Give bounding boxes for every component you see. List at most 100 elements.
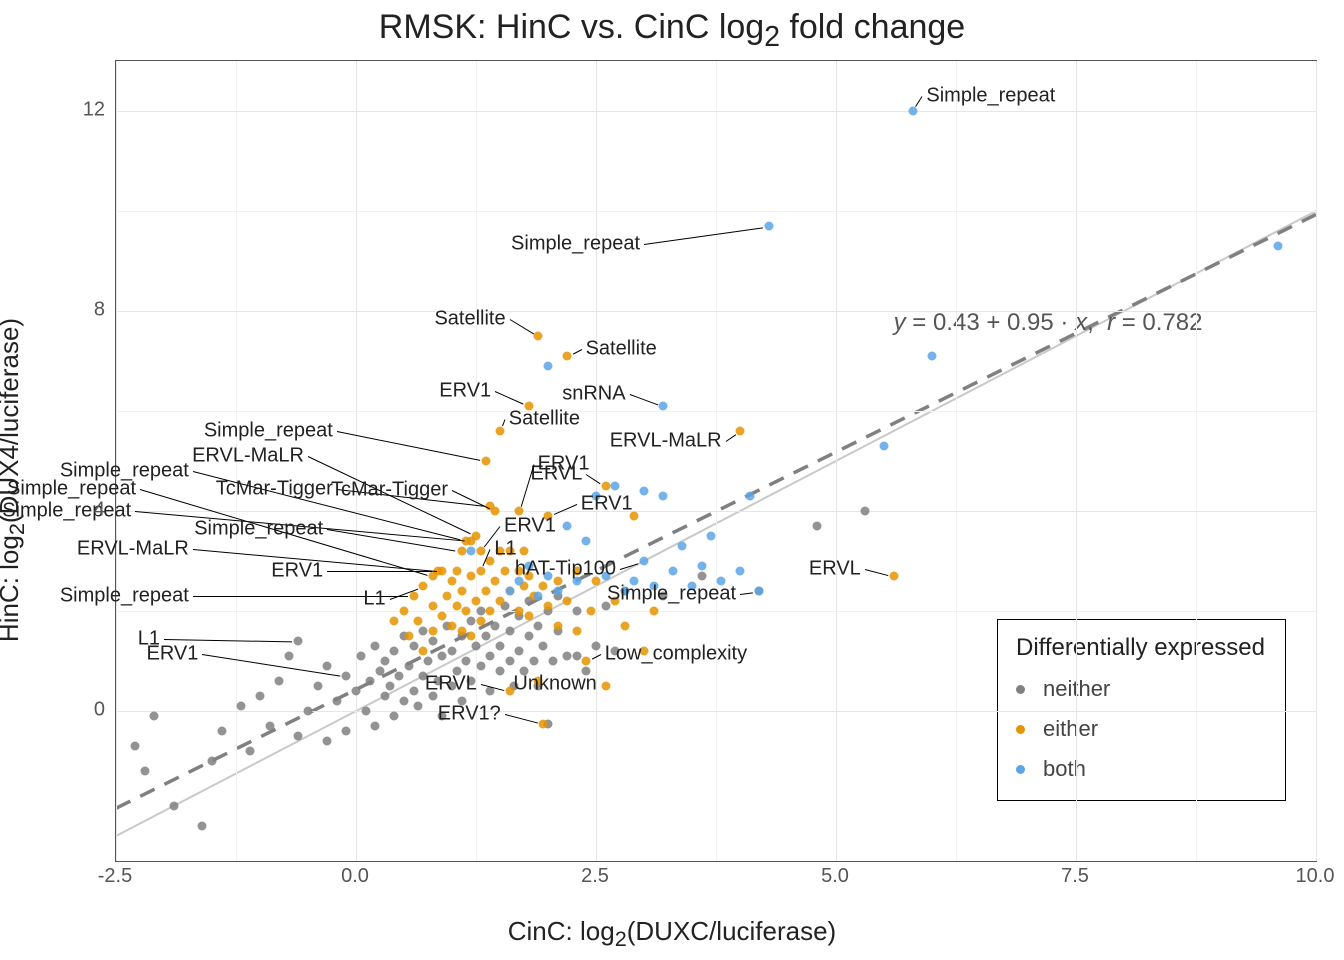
data-point (419, 627, 428, 636)
data-point (332, 697, 341, 706)
data-point (544, 602, 553, 611)
data-point (481, 457, 490, 466)
data-point (505, 657, 514, 666)
annotation-leader (725, 435, 735, 442)
data-point (294, 637, 303, 646)
data-point (697, 572, 706, 581)
data-point (553, 622, 562, 631)
data-point (534, 592, 543, 601)
data-point (428, 637, 437, 646)
data-point (563, 352, 572, 361)
data-point (486, 652, 495, 661)
annotation-leader (481, 684, 504, 691)
data-point (313, 682, 322, 691)
data-point (246, 747, 255, 756)
annotation-label: ERV1 (500, 515, 556, 538)
annotation-label: ERV1 (147, 642, 203, 665)
data-point (515, 647, 524, 656)
data-point (457, 632, 466, 641)
data-point (400, 697, 409, 706)
data-point (659, 402, 668, 411)
data-point (572, 652, 581, 661)
annotation-label: Satellite (434, 307, 509, 330)
x-tick-label: 0.0 (341, 865, 369, 888)
data-point (500, 602, 509, 611)
data-point (236, 702, 245, 711)
data-point (376, 667, 385, 676)
gridline-v-minor (956, 61, 957, 861)
annotation-label: Simple_repeat (511, 232, 644, 255)
data-point (467, 572, 476, 581)
data-point (265, 722, 274, 731)
annotation-label: Simple_repeat (922, 85, 1055, 108)
annotation-leader (865, 569, 888, 576)
data-point (443, 622, 452, 631)
legend-title: Differentially expressed (1016, 634, 1265, 662)
gridline-v-minor (476, 61, 477, 861)
annotation-label: snRNA (562, 382, 629, 405)
annotation-label: TcMar-Tigger (331, 479, 452, 502)
annotation-label: Simple_repeat (194, 517, 327, 540)
gridline-h (116, 511, 1316, 512)
annotation-label: Simple_repeat (204, 420, 337, 443)
data-point (563, 597, 572, 606)
legend-swatch (1016, 725, 1025, 734)
data-point (620, 622, 629, 631)
data-point (582, 657, 591, 666)
x-tick-label: 2.5 (581, 865, 609, 888)
annotation-label: L1 (490, 537, 516, 560)
gridline-h-minor (116, 211, 1316, 212)
data-point (524, 632, 533, 641)
annotation-label: ERVL-MaLR (610, 430, 726, 453)
gridline-h (116, 711, 1316, 712)
annotation-label: Satellite (505, 407, 580, 430)
data-point (438, 612, 447, 621)
annotation-leader (337, 431, 480, 461)
gridline-v (1076, 61, 1077, 861)
data-point (140, 767, 149, 776)
data-point (404, 662, 413, 671)
data-point (476, 547, 485, 556)
data-point (476, 662, 485, 671)
data-point (812, 522, 821, 531)
data-point (491, 622, 500, 631)
data-point (476, 617, 485, 626)
data-point (736, 567, 745, 576)
legend-swatch (1016, 685, 1025, 694)
data-point (534, 332, 543, 341)
plot-area: y = 0.43 + 0.95 · x, r = 0.782 Different… (115, 60, 1317, 862)
annotation-label: Low_complexity (601, 642, 747, 665)
data-point (452, 602, 461, 611)
annotation-label: TcMar-Tigger (216, 477, 337, 500)
data-point (323, 662, 332, 671)
data-point (428, 602, 437, 611)
gridline-v (1316, 61, 1317, 861)
legend-label: both (1043, 756, 1086, 782)
data-point (400, 632, 409, 641)
annotation-label: ERV1 (439, 380, 495, 403)
gridline-h-minor (116, 411, 1316, 412)
annotation-label: Simple_repeat (7, 477, 140, 500)
data-point (520, 547, 529, 556)
data-point (500, 567, 509, 576)
data-point (457, 547, 466, 556)
data-point (668, 567, 677, 576)
gridline-v (596, 61, 597, 861)
annotation-leader (572, 349, 582, 355)
data-point (539, 642, 548, 651)
data-point (486, 502, 495, 511)
data-point (476, 567, 485, 576)
data-point (452, 567, 461, 576)
data-point (414, 617, 423, 626)
data-point (601, 682, 610, 691)
x-tick-label: -2.5 (98, 865, 132, 888)
data-point (467, 547, 476, 556)
data-point (438, 652, 447, 661)
legend-swatch (1016, 765, 1025, 774)
data-point (457, 627, 466, 636)
annotation-label: L1 (363, 587, 389, 610)
annotation-label: Simple_repeat (2, 500, 135, 523)
annotation-leader (202, 654, 340, 677)
data-point (515, 612, 524, 621)
annotation-label: ERV1 (271, 560, 327, 583)
